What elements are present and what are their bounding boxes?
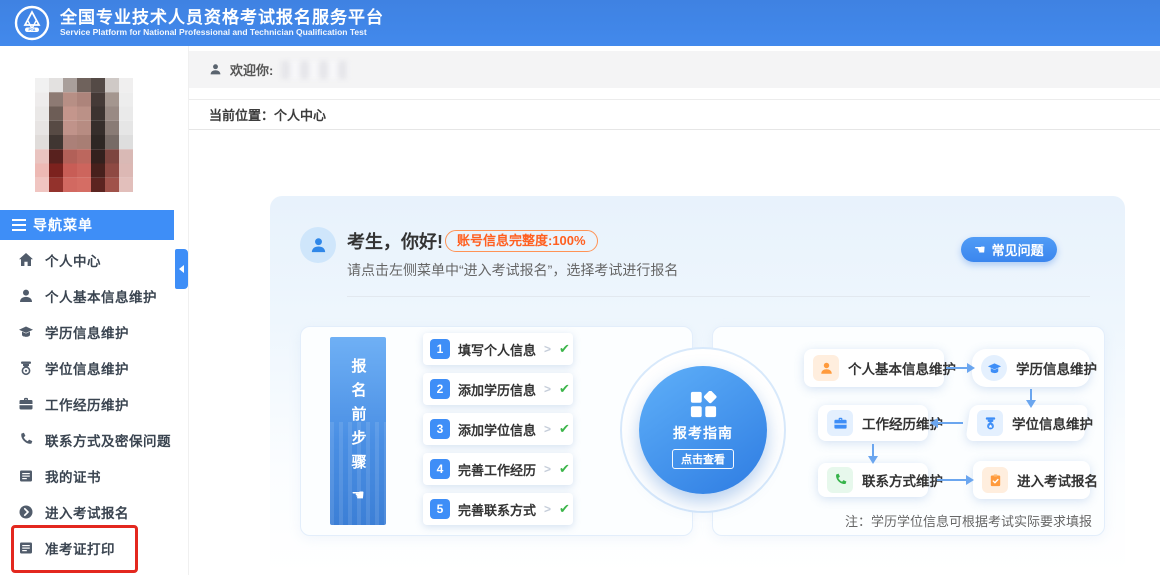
highlight-box-admission-print — [11, 525, 138, 573]
sidebar-item-personal-center[interactable]: 个人中心 — [0, 243, 174, 277]
hamburger-icon — [12, 219, 26, 231]
chevron-right-icon: > — [544, 342, 551, 356]
welcome-bar: 欢迎你: — [189, 51, 1160, 88]
breadcrumb-label: 当前位置：个人中心 — [209, 105, 326, 124]
pointing-hand-icon: ☚ — [974, 243, 986, 256]
profile-photo — [35, 78, 133, 192]
greeting-title: 考生，你好! — [347, 228, 443, 254]
chevron-right-icon: > — [544, 382, 551, 396]
home-icon — [18, 252, 34, 268]
phone-icon — [18, 432, 34, 448]
nav-menu-header[interactable]: 导航菜单 — [0, 210, 174, 240]
step-item-education-info[interactable]: 2 添加学历信息 > ✔ — [423, 373, 573, 405]
flow-node-contact-info[interactable]: 联系方式维护 — [818, 463, 928, 497]
flow-node-basic-info[interactable]: 个人基本信息维护 — [804, 349, 944, 387]
chevron-right-icon: > — [544, 502, 551, 516]
enter-exam-icon — [18, 504, 34, 520]
check-icon: ✔ — [559, 461, 570, 477]
collapse-arrow-icon — [179, 265, 184, 273]
steps-banner-label: 报名前步骤 — [348, 358, 369, 478]
exam-guide-button[interactable]: 报考指南 点击查看 — [639, 366, 767, 494]
account-completeness-badge: 账号信息完整度:100% — [445, 230, 598, 252]
check-icon: ✔ — [559, 501, 570, 517]
welcome-user-name-redacted — [281, 61, 349, 79]
platform-logo-icon: PTA — [14, 5, 50, 41]
phone-icon — [833, 473, 848, 488]
clipboard-icon — [988, 473, 1003, 488]
sidebar-item-work-history[interactable]: 工作经历维护 — [0, 387, 174, 421]
step-item-contact-info[interactable]: 5 完善联系方式 > ✔ — [423, 493, 573, 525]
flow-node-education-info[interactable]: 学历信息维护 — [972, 349, 1090, 387]
greeting-divider — [347, 296, 1090, 297]
steps-banner: 报名前步骤 ☚ — [330, 337, 386, 525]
chevron-right-icon: > — [544, 422, 551, 436]
faq-button[interactable]: ☚ 常见问题 — [961, 237, 1057, 262]
graduation-cap-icon — [18, 324, 34, 340]
flow-node-degree-info[interactable]: 学位信息维护 — [965, 405, 1088, 441]
sidebar-item-contact-security[interactable]: 联系方式及密保问题 — [0, 423, 174, 457]
step-item-work-history[interactable]: 4 完善工作经历 > ✔ — [423, 453, 573, 485]
guide-view-button[interactable]: 点击查看 — [672, 449, 734, 469]
faq-button-label: 常见问题 — [992, 240, 1044, 259]
guide-title: 报考指南 — [673, 423, 733, 443]
user-icon — [819, 361, 834, 376]
step-item-personal-info[interactable]: 1 填写个人信息 > ✔ — [423, 333, 573, 365]
degree-medal-icon — [983, 416, 998, 431]
flow-arrow-down-icon — [1030, 389, 1032, 401]
greeting-subtitle: 请点击左侧菜单中“进入考试报名”，选择考试进行报名 — [347, 260, 678, 280]
avatar — [300, 227, 336, 263]
flow-arrow-down-icon — [872, 444, 874, 457]
step-item-degree-info[interactable]: 3 添加学位信息 > ✔ — [423, 413, 573, 445]
check-icon: ✔ — [559, 341, 570, 357]
sidebar-collapse-button[interactable] — [175, 249, 188, 289]
platform-subtitle: Service Platform for National Profession… — [60, 28, 384, 38]
flow-node-enter-exam[interactable]: 进入考试报名 — [973, 461, 1090, 499]
flow-arrow-right-icon — [946, 367, 968, 369]
flow-arrow-right-icon — [937, 479, 967, 481]
platform-title: 全国专业技术人员资格考试报名服务平台 — [60, 8, 384, 28]
chevron-right-icon: > — [544, 462, 551, 476]
sidebar-item-enter-exam-registration[interactable]: 进入考试报名 — [0, 495, 174, 529]
flow-note: 注：学历学位信息可根据考试实际要求填报 — [800, 511, 1092, 530]
app-header: PTA 全国专业技术人员资格考试报名服务平台 Service Platform … — [0, 0, 1160, 46]
sidebar-item-my-certificates[interactable]: 我的证书 — [0, 459, 174, 493]
welcome-user-icon — [209, 63, 222, 76]
flow-node-work-history[interactable]: 工作经历维护 — [818, 405, 928, 441]
guide-grid-icon — [690, 391, 717, 418]
check-icon: ✔ — [559, 421, 570, 437]
sidebar-item-education-info[interactable]: 学历信息维护 — [0, 315, 174, 349]
breadcrumb: 当前位置：个人中心 — [189, 99, 1160, 130]
degree-medal-icon — [18, 360, 34, 376]
certificate-icon — [18, 468, 34, 484]
check-icon: ✔ — [559, 381, 570, 397]
banner-hand-icon: ☚ — [351, 486, 364, 504]
flow-arrow-left-icon — [937, 422, 963, 424]
avatar-person-icon — [309, 236, 328, 255]
svg-text:PTA: PTA — [29, 28, 36, 32]
welcome-label: 欢迎你: — [230, 60, 273, 79]
user-icon — [18, 288, 34, 304]
briefcase-icon — [833, 416, 848, 431]
sidebar-item-basic-info[interactable]: 个人基本信息维护 — [0, 279, 174, 313]
sidebar-item-degree-info[interactable]: 学位信息维护 — [0, 351, 174, 385]
page: PTA 全国专业技术人员资格考试报名服务平台 Service Platform … — [0, 0, 1160, 575]
graduation-cap-icon — [987, 361, 1002, 376]
briefcase-icon — [18, 396, 34, 412]
nav-menu-title: 导航菜单 — [33, 215, 93, 235]
